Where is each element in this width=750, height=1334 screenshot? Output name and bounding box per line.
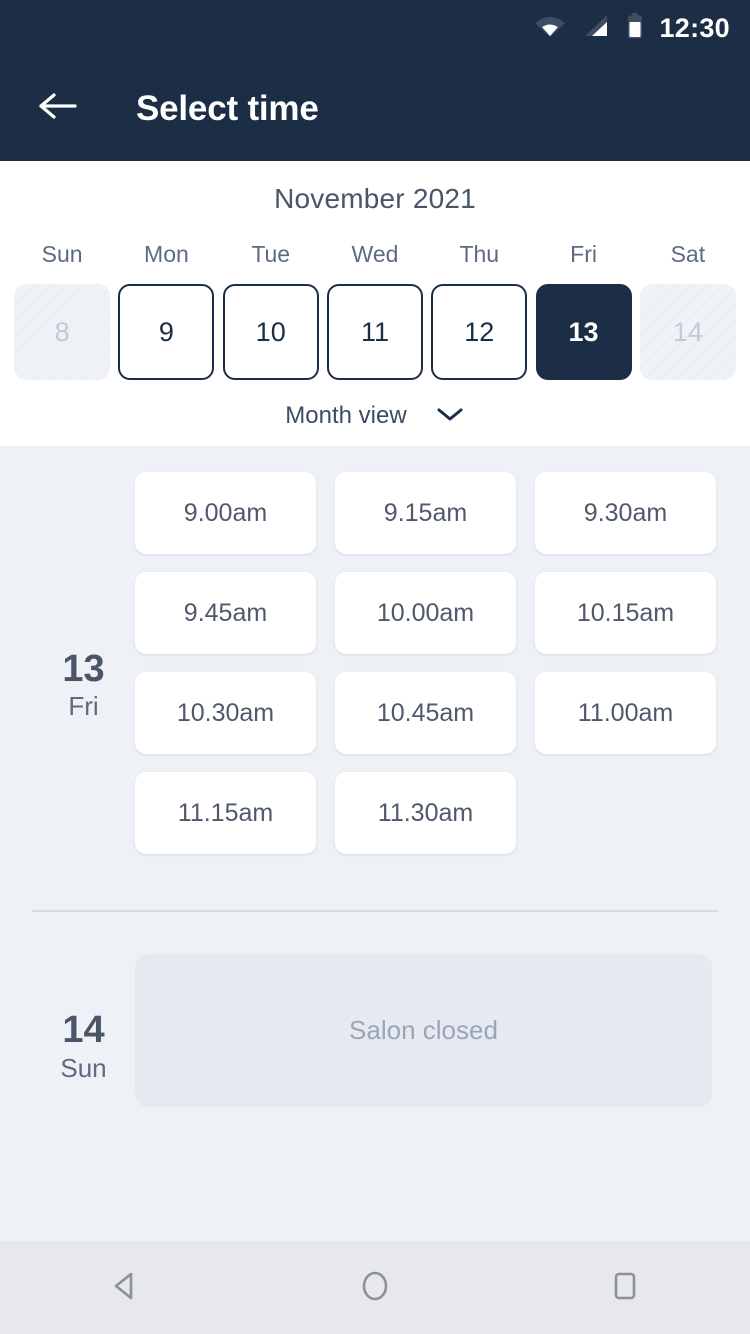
app-bar: Select time [0, 56, 750, 161]
time-slot[interactable]: 10.15am [535, 572, 716, 654]
day-cell-12[interactable]: 12 [431, 284, 528, 380]
time-slot[interactable]: 9.30am [535, 472, 716, 554]
weekday-label: Thu [459, 241, 500, 267]
day-cell-8: 8 [14, 284, 111, 380]
day-cell-11[interactable]: 11 [326, 284, 423, 380]
time-slot[interactable]: 10.30am [135, 672, 316, 754]
day-name: Sun [60, 1052, 107, 1083]
day-label-14: 14 Sun [32, 954, 135, 1107]
nav-recents-icon [606, 1267, 644, 1310]
signal-icon [583, 14, 609, 43]
wifi-icon [535, 14, 565, 43]
android-nav-bar [0, 1242, 750, 1334]
schedule-content: 13 Fri 9.00am 9.15am 9.30am 9.45am 10.00… [0, 446, 750, 1242]
page-title: Select time [136, 88, 319, 128]
time-slots-grid: 9.00am 9.15am 9.30am 9.45am 10.00am 10.1… [135, 472, 718, 854]
status-bar: 12:30 [0, 0, 750, 56]
nav-back-button[interactable] [65, 1243, 185, 1334]
month-view-label: Month view [285, 402, 407, 429]
day-number: 14 [62, 1009, 105, 1052]
nav-recents-button[interactable] [565, 1243, 685, 1334]
day-cell-9[interactable]: 9 [118, 284, 215, 380]
calendar-days-row: 8 9 10 11 12 13 14 [0, 284, 750, 380]
back-arrow-icon [37, 90, 79, 127]
battery-icon [627, 12, 643, 44]
nav-home-icon [356, 1267, 394, 1310]
time-slot[interactable]: 9.15am [335, 472, 516, 554]
nav-back-icon [106, 1267, 144, 1310]
time-slot[interactable]: 10.00am [335, 572, 516, 654]
day-cell-10[interactable]: 10 [222, 284, 319, 380]
calendar-panel: November 2021 Sun Mon Tue Wed Thu Fri Sa… [0, 161, 750, 446]
day-cell-14: 14 [639, 284, 736, 380]
nav-home-button[interactable] [315, 1243, 435, 1334]
month-view-toggle[interactable]: Month view [0, 402, 750, 430]
weekday-header-row: Sun Mon Tue Wed Thu Fri Sat [0, 241, 750, 268]
app-screen: 12:30 Select time November 2021 Sun Mon … [0, 0, 750, 1334]
time-slot[interactable]: 10.45am [335, 672, 516, 754]
day-group-14: 14 Sun Salon closed [0, 912, 750, 1107]
weekday-label: Sun [41, 241, 83, 267]
status-icons [535, 12, 643, 44]
weekday-label: Wed [351, 241, 399, 267]
day-cell-13[interactable]: 13 [535, 284, 632, 380]
day-name: Fri [68, 691, 99, 722]
salon-closed-banner: Salon closed [135, 954, 712, 1107]
weekday-label: Fri [570, 241, 597, 267]
time-slot[interactable]: 11.15am [135, 772, 316, 854]
time-slot[interactable]: 9.00am [135, 472, 316, 554]
time-slot[interactable]: 9.45am [135, 572, 316, 654]
weekday-label: Mon [144, 241, 189, 267]
weekday-label: Tue [251, 241, 291, 267]
time-slot[interactable]: 11.30am [335, 772, 516, 854]
time-slot[interactable]: 11.00am [535, 672, 716, 754]
chevron-down-icon [435, 405, 465, 428]
day-label-13: 13 Fri [32, 472, 135, 854]
status-time: 12:30 [659, 12, 730, 43]
month-title: November 2021 [274, 183, 476, 214]
day-number: 13 [62, 647, 105, 690]
day-group-13: 13 Fri 9.00am 9.15am 9.30am 9.45am 10.00… [0, 446, 750, 854]
back-button[interactable] [32, 83, 84, 135]
weekday-label: Sat [670, 241, 706, 267]
